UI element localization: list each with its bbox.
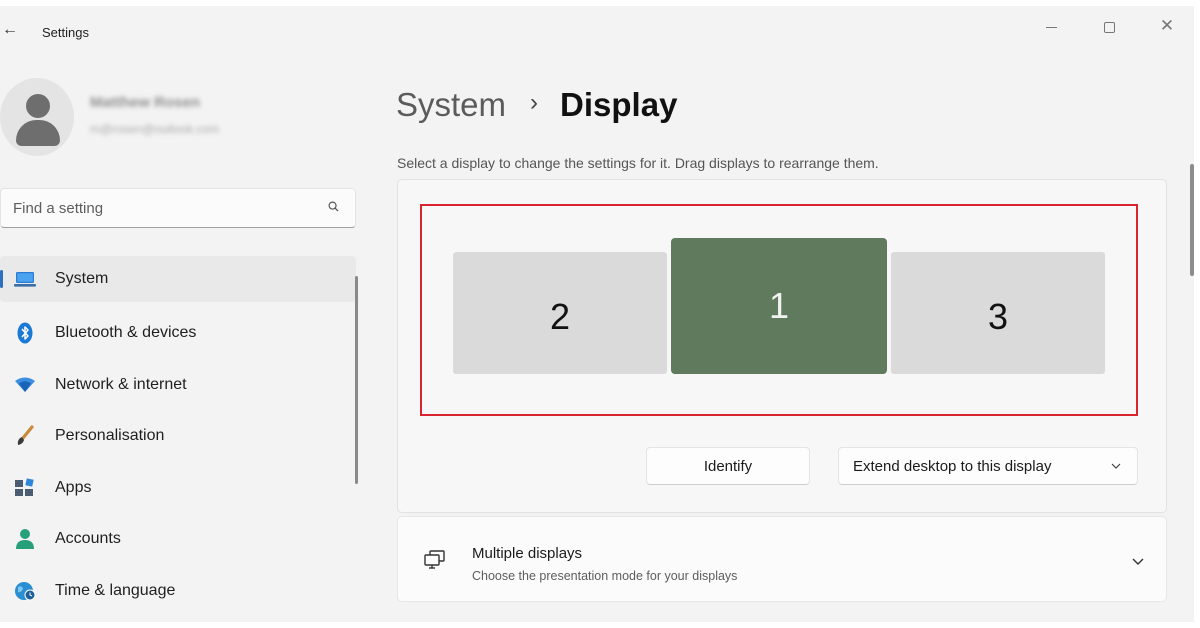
title-bar: ← Settings ✕ xyxy=(0,6,1194,58)
chevron-down-icon[interactable] xyxy=(1132,555,1144,567)
search-icon[interactable] xyxy=(328,201,339,212)
sidebar-nav: System Bluetooth & devices Network & int… xyxy=(0,256,356,617)
sidebar-item-bluetooth[interactable]: Bluetooth & devices xyxy=(0,308,356,360)
sidebar-item-label: Apps xyxy=(55,478,92,496)
avatar-body-icon xyxy=(16,120,60,146)
breadcrumb-chevron-icon: › xyxy=(530,89,539,116)
active-indicator xyxy=(0,270,3,288)
page-title: Display xyxy=(560,86,678,123)
breadcrumb: System › Display xyxy=(396,86,677,124)
search-box xyxy=(0,188,356,228)
minimize-icon[interactable] xyxy=(1036,14,1066,38)
sidebar-scrollbar[interactable] xyxy=(355,276,358,484)
sidebar-item-apps[interactable]: Apps xyxy=(0,462,356,514)
sidebar-item-label: Bluetooth & devices xyxy=(55,324,197,342)
back-arrow-icon[interactable]: ← xyxy=(2,20,22,40)
maximize-icon[interactable] xyxy=(1094,14,1124,38)
annotation-highlight-box xyxy=(420,204,1138,416)
multiple-displays-title: Multiple displays xyxy=(472,545,583,562)
arrangement-instruction: Select a display to change the settings … xyxy=(397,155,879,171)
settings-window: ← Settings ✕ Matthew Rosen m@rosen@outlo… xyxy=(0,6,1194,622)
sidebar-item-label: System xyxy=(55,270,109,287)
brush-icon xyxy=(14,425,36,447)
close-icon[interactable]: ✕ xyxy=(1152,14,1182,38)
sidebar-item-personalisation[interactable]: Personalisation xyxy=(0,411,356,463)
app-title: Settings xyxy=(42,25,89,40)
bluetooth-icon xyxy=(14,322,36,344)
sidebar-item-label: Time & language xyxy=(55,581,176,599)
globe-clock-icon xyxy=(14,580,36,602)
sidebar-item-system[interactable]: System xyxy=(0,256,356,302)
avatar-head-icon xyxy=(26,94,50,118)
identify-button[interactable]: Identify xyxy=(646,447,810,485)
laptop-icon xyxy=(14,268,36,290)
sidebar-item-label: Personalisation xyxy=(55,427,165,445)
identify-label: Identify xyxy=(703,457,753,475)
multiple-displays-icon xyxy=(424,550,445,569)
sidebar-item-time-language[interactable]: Time & language xyxy=(0,565,356,617)
breadcrumb-parent[interactable]: System xyxy=(396,86,506,124)
multiple-displays-subtitle: Choose the presentation mode for your di… xyxy=(472,569,738,583)
avatar[interactable] xyxy=(0,78,74,156)
chevron-down-icon xyxy=(1111,463,1121,469)
extend-desktop-label: Extend desktop to this display xyxy=(853,457,1052,475)
search-input[interactable] xyxy=(13,189,313,227)
sidebar-item-label: Accounts xyxy=(55,530,121,548)
user-email: m@rosen@outlook.com xyxy=(90,122,220,136)
sidebar-item-accounts[interactable]: Accounts xyxy=(0,514,356,566)
wifi-icon xyxy=(14,374,36,396)
person-icon xyxy=(14,528,36,550)
extend-desktop-dropdown[interactable]: Extend desktop to this display xyxy=(838,447,1138,485)
main-scrollbar[interactable] xyxy=(1190,164,1194,276)
apps-icon xyxy=(14,477,36,499)
sidebar-item-label: Network & internet xyxy=(55,375,187,393)
multiple-displays-card[interactable]: Multiple displays Choose the presentatio… xyxy=(397,516,1167,602)
user-name: Matthew Rosen xyxy=(90,94,201,111)
sidebar-item-network[interactable]: Network & internet xyxy=(0,359,356,411)
